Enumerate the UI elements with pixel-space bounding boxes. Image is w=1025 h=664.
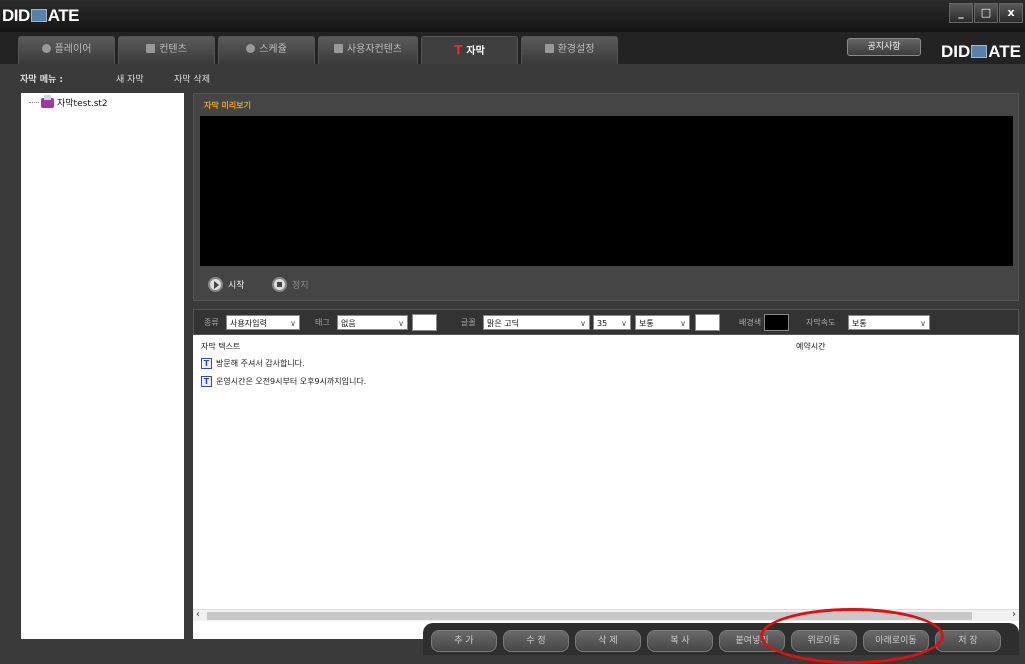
type-value: 사용자입력: [230, 319, 267, 328]
tab-schedule[interactable]: 스케쥴: [218, 36, 315, 64]
column-header-text: 자막 텍스트: [201, 342, 241, 351]
tree-item-label: 자막test.st2: [57, 99, 108, 109]
tab-label: 사용자컨텐츠: [346, 44, 403, 55]
font-value: 맑은 고딕: [487, 319, 519, 328]
delete-subtitle-link[interactable]: 자막 삭제: [174, 72, 210, 85]
tree-item[interactable]: 자막test.st2: [29, 94, 108, 109]
play-icon: [208, 277, 223, 292]
new-subtitle-link[interactable]: 새 자막: [116, 72, 144, 85]
minimize-button[interactable]: _: [949, 3, 973, 23]
delete-button[interactable]: 삭 제: [575, 630, 641, 652]
tab-label: 자막: [466, 46, 485, 57]
chevron-down-icon: ∨: [621, 319, 627, 328]
play-circle-icon: [41, 44, 51, 53]
highlight-annotation: [760, 608, 944, 664]
start-button[interactable]: 시작: [208, 277, 245, 292]
logo-text-left: DID: [2, 6, 30, 25]
preview-title: 자막 미리보기: [204, 101, 251, 110]
header-logo: DID ATE: [941, 42, 1021, 62]
stop-button[interactable]: 정지: [272, 277, 309, 292]
tab-settings[interactable]: 환경설정: [521, 36, 618, 64]
window-controls: _ □ x: [949, 3, 1023, 23]
scroll-left-icon[interactable]: ‹: [196, 609, 200, 620]
close-button[interactable]: x: [999, 3, 1023, 23]
font-select[interactable]: 맑은 고딕 ∨: [483, 315, 590, 330]
tab-label: 환경설정: [557, 44, 595, 55]
tab-player[interactable]: 플레이어: [18, 36, 115, 64]
user-content-icon: [333, 44, 343, 53]
subtitle-file-icon: [41, 94, 54, 108]
size-select[interactable]: 35 ∨: [593, 315, 631, 330]
maximize-button[interactable]: □: [974, 3, 998, 23]
tab-contents[interactable]: 컨텐츠: [118, 36, 215, 64]
add-button[interactable]: 추 가: [431, 630, 497, 652]
start-label: 시작: [228, 281, 245, 291]
bg-color-label: 배경색: [739, 318, 762, 327]
logo-text-right: ATE: [988, 42, 1021, 61]
column-header-time: 예약시간: [796, 342, 826, 351]
font-label: 글꼴: [461, 318, 476, 327]
film-icon: [146, 44, 156, 53]
bg-color-swatch[interactable]: [764, 314, 789, 331]
tab-label: 스케쥴: [259, 44, 287, 55]
table-row[interactable]: T 운영시간은 오전9시부터 오후9시까지입니다.: [201, 376, 366, 387]
speed-label: 자막속도: [806, 318, 836, 327]
copy-button[interactable]: 복 사: [647, 630, 713, 652]
speed-value: 보통: [852, 319, 867, 328]
table-row[interactable]: T 방문해 주셔서 감사합니다.: [201, 358, 305, 369]
subtitle-menu-bar: 자막 메뉴 : 새 자막 자막 삭제: [0, 64, 1025, 91]
type-select[interactable]: 사용자입력 ∨: [226, 315, 300, 330]
subtitle-options-bar: 종류 사용자입력 ∨ 태그 없음 ∨ 글꼴 맑은 고딕 ∨ 35 ∨ 보통 ∨ 배경색 자…: [193, 309, 1019, 335]
chevron-down-icon: ∨: [680, 319, 686, 328]
type-label: 종류: [204, 318, 219, 327]
logo-mark-icon: [30, 9, 47, 22]
subtitle-file-tree: 자막test.st2: [21, 93, 184, 639]
weight-select[interactable]: 보통 ∨: [635, 315, 690, 330]
subtitle-preview-panel: 자막 미리보기 시작 정지: [193, 93, 1019, 301]
app-logo: DID ATE: [2, 6, 80, 26]
tab-user-content[interactable]: 사용자컨텐츠: [318, 36, 418, 64]
stop-icon: [272, 277, 287, 292]
edit-button[interactable]: 수 정: [503, 630, 569, 652]
title-bar: DID ATE _ □ x: [0, 0, 1025, 32]
tab-label: 컨텐츠: [159, 44, 187, 55]
row-text: 방문해 주셔서 감사합니다.: [216, 359, 305, 368]
save-button[interactable]: 저 장: [935, 630, 1001, 652]
tag-label: 태그: [315, 318, 330, 327]
logo-text-right: ATE: [47, 6, 80, 25]
tag-value: 없음: [341, 319, 356, 328]
weight-value: 보통: [639, 319, 654, 328]
tab-label: 플레이어: [54, 44, 92, 55]
settings-icon: [544, 44, 554, 53]
subtitle-t-icon: T: [201, 376, 212, 387]
row-text: 운영시간은 오전9시부터 오후9시까지입니다.: [216, 377, 367, 386]
tab-subtitle[interactable]: T 자막: [421, 36, 518, 64]
preview-screen: [200, 116, 1013, 266]
chevron-down-icon: ∨: [580, 319, 586, 328]
font-color-swatch[interactable]: [695, 314, 720, 331]
scroll-right-icon[interactable]: ›: [1012, 609, 1016, 620]
subtitle-table: 자막 텍스트 예약시간 T 방문해 주셔서 감사합니다. T 운영시간은 오전9…: [193, 335, 1019, 639]
speed-select[interactable]: 보통 ∨: [848, 315, 930, 330]
logo-text-left: DID: [940, 42, 971, 61]
chevron-down-icon: ∨: [290, 319, 296, 328]
chevron-down-icon: ∨: [398, 319, 404, 328]
size-value: 35: [597, 319, 608, 328]
subtitle-t-icon: T: [201, 358, 212, 369]
chevron-down-icon: ∨: [920, 319, 926, 328]
tag-select[interactable]: 없음 ∨: [337, 315, 408, 330]
clock-icon: [246, 44, 256, 53]
tree-connector: [29, 102, 39, 103]
subtitle-t-icon: T: [454, 43, 463, 57]
logo-mark-icon: [971, 45, 988, 58]
menu-title: 자막 메뉴 :: [20, 75, 63, 85]
stop-label: 정지: [292, 281, 309, 291]
text-color-swatch[interactable]: [412, 314, 437, 331]
notice-button[interactable]: 공지사항: [847, 38, 921, 56]
